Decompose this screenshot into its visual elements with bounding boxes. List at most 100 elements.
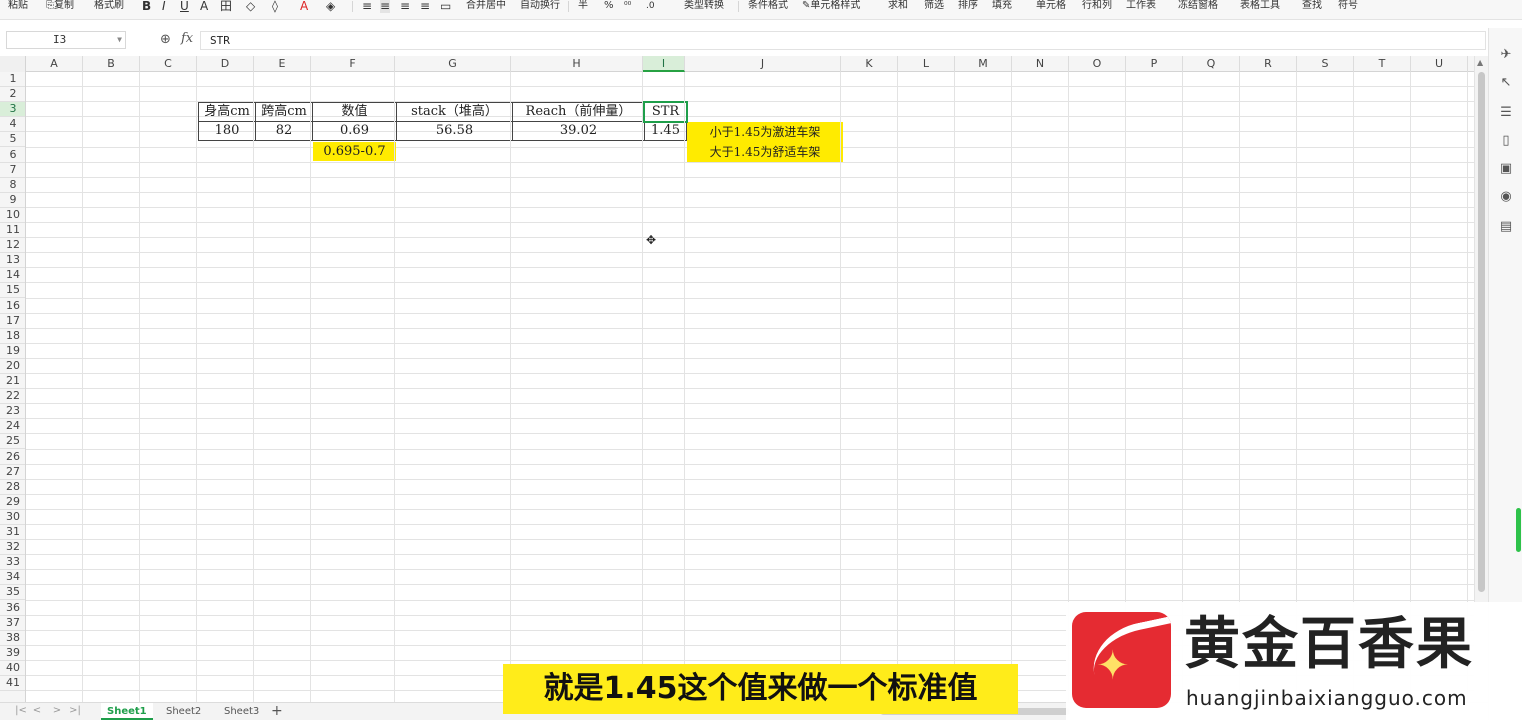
row-header-6[interactable]: 6 bbox=[0, 148, 25, 163]
symbol-button[interactable]: 符号 bbox=[1338, 0, 1358, 14]
paste-button[interactable]: 粘贴 bbox=[8, 0, 28, 14]
sort-button[interactable]: 排序 bbox=[958, 0, 978, 14]
cell-H4[interactable]: 39.02 bbox=[512, 121, 645, 141]
italic-button[interactable]: I bbox=[162, 0, 166, 13]
sheet-tab-sheet3[interactable]: Sheet3 bbox=[218, 703, 265, 720]
sum-button[interactable]: 求和 bbox=[888, 0, 908, 14]
number-format-button[interactable]: 半 bbox=[578, 0, 588, 14]
row-header-12[interactable]: 12 bbox=[0, 238, 25, 253]
column-header-M[interactable]: M bbox=[955, 56, 1012, 72]
column-header-I[interactable]: I bbox=[643, 56, 685, 72]
column-header-S[interactable]: S bbox=[1297, 56, 1354, 72]
row-header-15[interactable]: 15 bbox=[0, 283, 25, 298]
sheet-tab-sheet1[interactable]: Sheet1 bbox=[101, 703, 153, 720]
cell-F3[interactable]: 数值 bbox=[312, 102, 397, 122]
fill-bucket-icon[interactable]: ◊ bbox=[272, 0, 278, 13]
filter-button[interactable]: 筛选 bbox=[924, 0, 944, 14]
cell-J4-note[interactable]: 小于1.45为激进车架 大于1.45为舒适车架 bbox=[687, 122, 843, 162]
prev-sheet-icon[interactable]: < bbox=[30, 704, 44, 719]
row-header-33[interactable]: 33 bbox=[0, 555, 25, 570]
column-header-P[interactable]: P bbox=[1126, 56, 1183, 72]
distributed-icon[interactable]: ▭ bbox=[440, 0, 451, 13]
row-header-20[interactable]: 20 bbox=[0, 359, 25, 374]
row-header-24[interactable]: 24 bbox=[0, 419, 25, 434]
name-box[interactable]: I3 ▼ bbox=[6, 31, 126, 49]
column-header-G[interactable]: G bbox=[395, 56, 511, 72]
row-header-41[interactable]: 41 bbox=[0, 676, 25, 691]
column-header-F[interactable]: F bbox=[311, 56, 395, 72]
cell-button[interactable]: 单元格 bbox=[1036, 0, 1066, 14]
row-header-36[interactable]: 36 bbox=[0, 601, 25, 616]
next-sheet-icon[interactable]: > bbox=[50, 704, 64, 719]
justify-icon[interactable]: ≡ bbox=[420, 0, 430, 13]
location-icon[interactable]: ◉ bbox=[1497, 188, 1515, 206]
row-header-21[interactable]: 21 bbox=[0, 374, 25, 389]
type-convert-button[interactable]: 类型转换 bbox=[684, 0, 724, 14]
row-header-8[interactable]: 8 bbox=[0, 178, 25, 193]
find-button[interactable]: 查找 bbox=[1302, 0, 1322, 14]
cell-H3[interactable]: Reach（前伸量） bbox=[512, 102, 645, 122]
row-header-10[interactable]: 10 bbox=[0, 208, 25, 223]
cell-D4[interactable]: 180 bbox=[198, 121, 256, 141]
cell-E3[interactable]: 跨高cm bbox=[255, 102, 313, 122]
row-header-13[interactable]: 13 bbox=[0, 253, 25, 268]
clear-format-icon[interactable]: ◈ bbox=[326, 0, 335, 13]
cell-D3[interactable]: 身高cm bbox=[198, 102, 256, 122]
row-header-28[interactable]: 28 bbox=[0, 480, 25, 495]
cell-style-button[interactable]: ✎单元格样式 bbox=[802, 0, 860, 14]
align-center-icon[interactable]: ≡ bbox=[380, 0, 391, 13]
row-header-18[interactable]: 18 bbox=[0, 329, 25, 344]
fx-icon[interactable]: fx bbox=[181, 31, 193, 46]
row-header-34[interactable]: 34 bbox=[0, 570, 25, 585]
row-header-11[interactable]: 11 bbox=[0, 223, 25, 238]
column-header-E[interactable]: E bbox=[254, 56, 311, 72]
column-header-H[interactable]: H bbox=[511, 56, 643, 72]
merge-center-button[interactable]: 合并居中 bbox=[466, 0, 506, 14]
column-header-O[interactable]: O bbox=[1069, 56, 1126, 72]
zoom-icon[interactable]: ⊕ bbox=[160, 32, 171, 47]
column-header-J[interactable]: J bbox=[685, 56, 841, 72]
column-header-D[interactable]: D bbox=[197, 56, 254, 72]
row-header-35[interactable]: 35 bbox=[0, 585, 25, 600]
font-color-icon[interactable]: A bbox=[300, 0, 308, 13]
row-header-16[interactable]: 16 bbox=[0, 299, 25, 314]
row-header-29[interactable]: 29 bbox=[0, 495, 25, 510]
cell-F4[interactable]: 0.69 bbox=[312, 121, 397, 141]
vertical-scrollbar[interactable]: ▲ bbox=[1474, 56, 1488, 602]
pointer-icon[interactable]: ↖ bbox=[1497, 74, 1515, 92]
rocket-icon[interactable]: ✈ bbox=[1497, 46, 1515, 64]
fill-button[interactable]: 填充 bbox=[992, 0, 1012, 14]
first-sheet-icon[interactable]: |< bbox=[14, 704, 28, 719]
cell-F5[interactable]: 0.695-0.7 bbox=[313, 142, 396, 161]
row-header-7[interactable]: 7 bbox=[0, 163, 25, 178]
row-header-40[interactable]: 40 bbox=[0, 661, 25, 676]
freeze-panes-button[interactable]: 冻结窗格 bbox=[1178, 0, 1218, 14]
worksheet-button[interactable]: 工作表 bbox=[1126, 0, 1156, 14]
row-header-27[interactable]: 27 bbox=[0, 465, 25, 480]
column-header-Q[interactable]: Q bbox=[1183, 56, 1240, 72]
row-header-14[interactable]: 14 bbox=[0, 268, 25, 283]
align-left-icon[interactable]: ≡ bbox=[362, 0, 372, 13]
sliders-icon[interactable]: ☰ bbox=[1497, 104, 1515, 122]
column-header-R[interactable]: R bbox=[1240, 56, 1297, 72]
image-icon[interactable]: ▣ bbox=[1497, 160, 1515, 178]
copy-button[interactable]: ⎘复制 bbox=[46, 0, 74, 14]
row-header-19[interactable]: 19 bbox=[0, 344, 25, 359]
border-button[interactable]: 田 bbox=[220, 0, 232, 13]
align-right-icon[interactable]: ≡ bbox=[400, 0, 410, 13]
row-header-25[interactable]: 25 bbox=[0, 434, 25, 449]
column-header-N[interactable]: N bbox=[1012, 56, 1069, 72]
row-header-22[interactable]: 22 bbox=[0, 389, 25, 404]
chevron-down-icon[interactable]: ▼ bbox=[117, 32, 122, 48]
sheet-tab-sheet2[interactable]: Sheet2 bbox=[160, 703, 207, 720]
column-header-A[interactable]: A bbox=[26, 56, 83, 72]
table-tools-button[interactable]: 表格工具 bbox=[1240, 0, 1280, 14]
column-header-C[interactable]: C bbox=[140, 56, 197, 72]
row-header-17[interactable]: 17 bbox=[0, 314, 25, 329]
row-header-3[interactable]: 3 bbox=[0, 102, 25, 117]
select-all-corner[interactable] bbox=[0, 56, 26, 72]
column-header-B[interactable]: B bbox=[83, 56, 140, 72]
wrap-text-button[interactable]: 自动换行 bbox=[520, 0, 560, 14]
decimal-decrease-icon[interactable]: .0 bbox=[646, 0, 655, 13]
row-header-31[interactable]: 31 bbox=[0, 525, 25, 540]
